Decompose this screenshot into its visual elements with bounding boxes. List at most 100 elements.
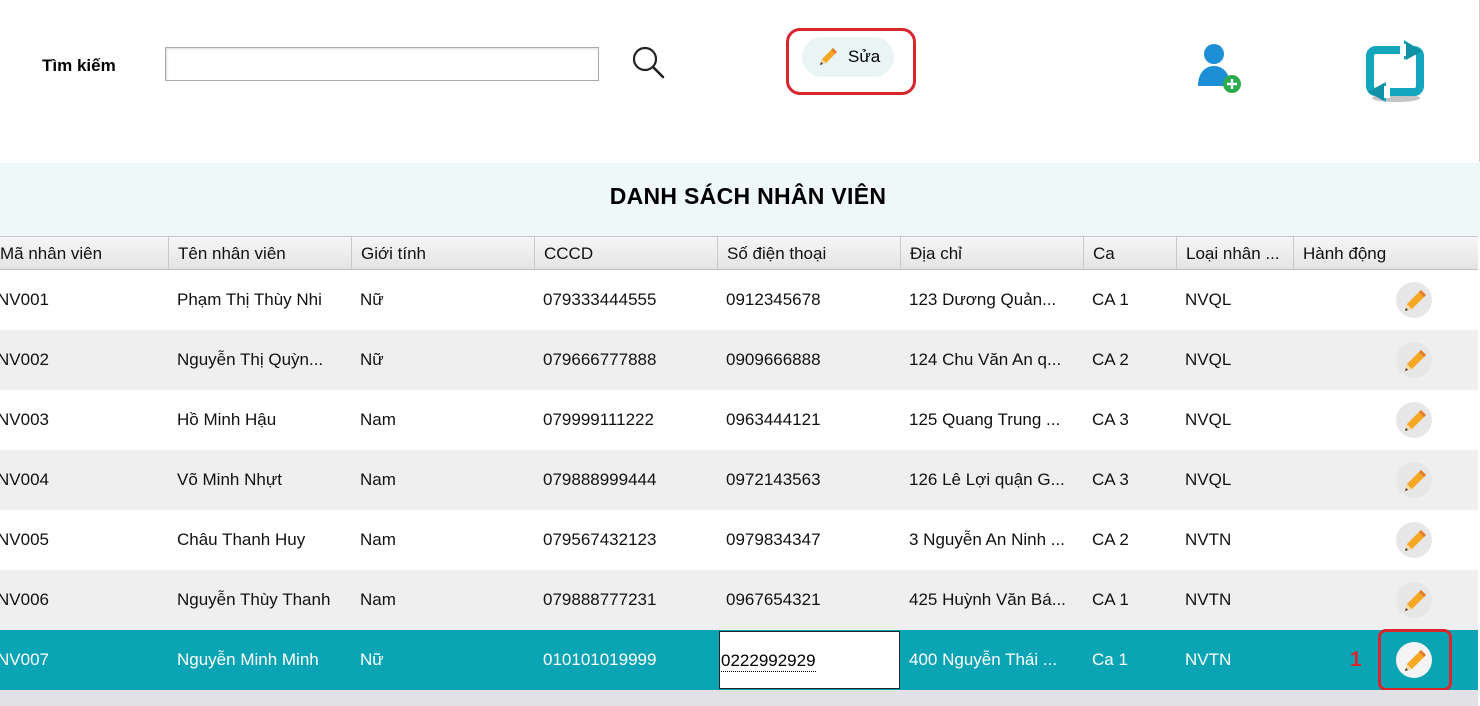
row-edit-button[interactable] [1396, 582, 1432, 618]
page-title: DANH SÁCH NHÂN VIÊN [609, 183, 887, 209]
action-cell [1380, 330, 1450, 390]
table-cell: NVQL [1185, 290, 1232, 309]
column-header[interactable]: Số điện thoại [717, 237, 900, 269]
row-edit-button[interactable] [1396, 342, 1432, 378]
table-cell: Nguyễn Minh Minh [177, 650, 319, 669]
table-cell: Nguyễn Thị Quỳn... [177, 350, 324, 369]
column-header[interactable]: Địa chỉ [900, 237, 1083, 269]
table-row[interactable]: NV004 Võ Minh Nhựt Nam 079888999444 09721435… [0, 450, 1478, 510]
pencil-icon [1405, 470, 1426, 491]
table-cell: NV002 [0, 350, 49, 369]
table-cell: 079666777888 [543, 350, 657, 369]
add-user-icon[interactable] [1196, 42, 1246, 94]
table-cell: Châu Thanh Huy [177, 530, 306, 549]
table-cell: 079888999444 [543, 470, 657, 489]
table-cell: 079567432123 [543, 530, 657, 549]
toolbar: Tìm kiếm Sửa [0, 0, 1480, 162]
row-edit-button[interactable] [1396, 402, 1432, 438]
table-cell: NVQL [1185, 410, 1232, 429]
table-cell: Ca 1 [1092, 650, 1128, 669]
table-cell: NVTN [1185, 530, 1232, 549]
table-cell: CA 2 [1092, 530, 1129, 549]
table-cell: CA 1 [1092, 590, 1129, 609]
table-cell: 125 Quang Trung ... [909, 410, 1061, 429]
row-edit-button[interactable] [1396, 522, 1432, 558]
phone-edit-field[interactable]: 0222992929 [719, 631, 900, 689]
table-cell: CA 3 [1092, 410, 1129, 429]
column-header[interactable]: Loại nhân ... [1176, 237, 1293, 269]
table-cell: Nữ [360, 350, 384, 369]
step-label: 1 [1350, 648, 1362, 671]
column-header[interactable]: Giới tính [351, 237, 534, 269]
refresh-icon[interactable] [1360, 38, 1430, 104]
table-cell: NVQL [1185, 470, 1232, 489]
table-cell: NV005 [0, 530, 49, 549]
search-label: Tìm kiếm [42, 56, 116, 75]
table-cell: CA 3 [1092, 470, 1129, 489]
table-cell: 400 Nguyễn Thái ... [909, 650, 1058, 669]
pencil-icon [1405, 290, 1426, 311]
table-cell: NVTN [1185, 650, 1232, 669]
table-cell: 124 Chu Văn An q... [909, 350, 1062, 369]
pencil-icon [1405, 350, 1426, 371]
column-header[interactable]: CCCD [534, 237, 717, 269]
action-cell [1380, 270, 1450, 330]
column-header[interactable]: Mã nhân viên [0, 237, 168, 269]
table-cell: NV006 [0, 590, 49, 609]
table-cell: 0972143563 [726, 470, 821, 489]
table-cell: 425 Huỳnh Văn Bá... [909, 590, 1066, 609]
table-cell: 0909666888 [726, 350, 821, 369]
table-row[interactable]: NV006 Nguyễn Thùy Thanh Nam 079888777231 096… [0, 570, 1478, 630]
row-edit-button[interactable] [1396, 282, 1432, 318]
table-cell: Nữ [360, 650, 384, 669]
pencil-icon [1405, 530, 1426, 551]
table-cell: 0979834347 [726, 530, 821, 549]
row-edit-button[interactable] [1396, 462, 1432, 498]
table-cell: 079999111222 [543, 410, 654, 429]
table-cell: 0967654321 [726, 590, 821, 609]
table-cell: NVQL [1185, 350, 1232, 369]
table-bottom-strip [0, 690, 1478, 706]
table-cell: NVTN [1185, 590, 1232, 609]
action-cell [1380, 450, 1450, 510]
table-cell: Nam [360, 410, 396, 429]
pencil-icon [1405, 410, 1426, 431]
action-highlight-box [1378, 629, 1452, 691]
table-cell: Nam [360, 470, 396, 489]
pencil-icon [820, 48, 837, 65]
pencil-icon [1405, 590, 1426, 611]
table-cell: CA 2 [1092, 350, 1129, 369]
table-row[interactable]: NV001 Phạm Thị Thùy Nhi Nữ 079333444555 0912… [0, 270, 1478, 330]
action-cell [1380, 570, 1450, 630]
action-cell [1380, 390, 1450, 450]
table-header: Mã nhân viên Tên nhân viên Giới tính CCC… [0, 236, 1478, 270]
table-cell: Nam [360, 590, 396, 609]
column-header[interactable]: Hành động [1293, 237, 1478, 269]
table-cell: 0963444121 [726, 410, 821, 429]
edit-button-label: Sửa [848, 47, 881, 66]
table-cell: NV003 [0, 410, 49, 429]
action-cell [1380, 510, 1450, 570]
table-row[interactable]: NV002 Nguyễn Thị Quỳn... Nữ 079666777888 090… [0, 330, 1478, 390]
search-icon[interactable] [630, 44, 666, 80]
table-cell: 126 Lê Lợi quận G... [909, 470, 1065, 489]
table-cell: Hồ Minh Hậu [177, 410, 277, 429]
table-cell: 0912345678 [726, 290, 821, 309]
table-row[interactable]: NV003 Hồ Minh Hậu Nam 079999111222 096344412… [0, 390, 1478, 450]
table-cell: 079333444555 [543, 290, 657, 309]
table-cell: NV001 [0, 290, 49, 309]
table-cell: 079888777231 [543, 590, 657, 609]
search-input[interactable] [165, 47, 599, 81]
table-cell: CA 1 [1092, 290, 1129, 309]
column-header[interactable]: Tên nhân viên [168, 237, 351, 269]
column-header[interactable]: Ca [1083, 237, 1176, 269]
table-cell: Nữ [360, 290, 384, 309]
table-cell: Nguyễn Thùy Thanh [177, 590, 331, 609]
table-cell: NV007 [0, 650, 49, 669]
edit-button[interactable]: Sửa [802, 37, 894, 77]
table-cell: 3 Nguyễn An Ninh ... [909, 530, 1065, 549]
table-row[interactable]: NV005 Châu Thanh Huy Nam 079567432123 097983… [0, 510, 1478, 570]
table-cell: 123 Dương Quản... [909, 290, 1057, 309]
table-cell: Nam [360, 530, 396, 549]
table-cell: NV004 [0, 470, 49, 489]
